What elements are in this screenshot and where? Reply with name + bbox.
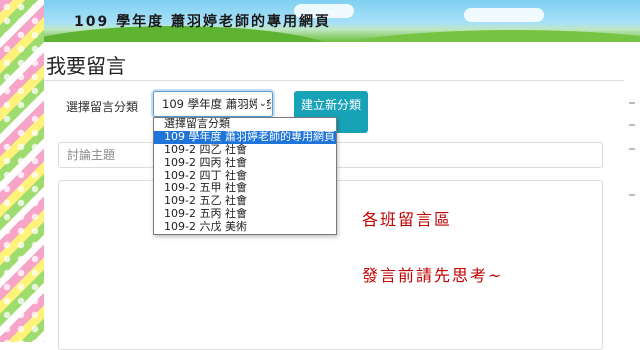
divider — [44, 80, 624, 81]
editor-text-line-2: 發言前請先思考~ — [362, 266, 504, 285]
dropdown-option[interactable]: 109-2 六戊 美術 — [154, 221, 336, 234]
page-title: 我要留言 — [46, 54, 126, 78]
chevron-down-icon: ⌄ — [256, 92, 267, 116]
dropdown-option[interactable]: 選擇留言分類 — [154, 118, 336, 131]
right-scroll-indicators — [624, 44, 640, 342]
editor-text-line-1: 各班留言區 — [362, 210, 453, 229]
dropdown-option[interactable]: 109-2 五乙 社會 — [154, 195, 336, 208]
header-banner: 109 學年度 蕭羽婷老師的專用網頁 — [44, 0, 640, 42]
category-dropdown-list[interactable]: 選擇留言分類 109 學年度 蕭羽婷老師的專用網頁 109-2 四乙 社會 10… — [153, 117, 337, 236]
category-select[interactable]: 109 學年度 蕭羽婷老師的專用網頁 ⌄ — [153, 91, 273, 117]
dropdown-option[interactable]: 109-2 四丙 社會 — [154, 157, 336, 170]
dropdown-option[interactable]: 109-2 五甲 社會 — [154, 182, 336, 195]
header-title: 109 學年度 蕭羽婷老師的專用網頁 — [74, 14, 331, 30]
dropdown-option[interactable]: 109-2 五丙 社會 — [154, 208, 336, 221]
dropdown-option[interactable]: 109 學年度 蕭羽婷老師的專用網頁 — [154, 130, 336, 144]
decorative-side-stripe — [0, 0, 44, 342]
dropdown-option[interactable]: 109-2 四丁 社會 — [154, 170, 336, 183]
dropdown-option[interactable]: 109-2 四乙 社會 — [154, 144, 336, 157]
category-label: 選擇留言分類 — [66, 100, 139, 114]
